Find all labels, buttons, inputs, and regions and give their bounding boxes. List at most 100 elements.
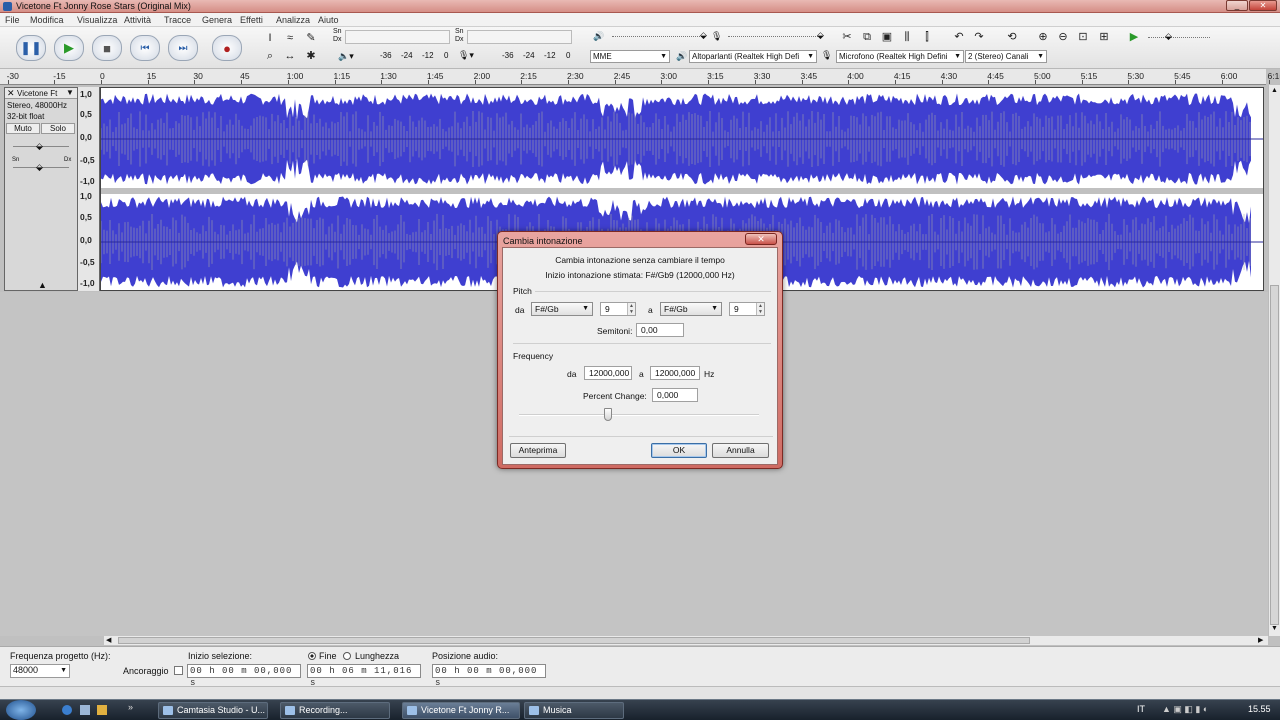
skip-end-button[interactable]: ⏭ bbox=[168, 35, 198, 61]
audio-position-field[interactable]: 00 h 00 m 00,000 s bbox=[432, 664, 546, 688]
draw-tool-icon[interactable]: ✎ bbox=[302, 30, 320, 46]
record-meter[interactable] bbox=[467, 30, 572, 44]
browser-icon[interactable] bbox=[62, 705, 72, 715]
language-indicator[interactable]: IT bbox=[1137, 704, 1145, 714]
scroll-right-icon[interactable]: ▶ bbox=[1258, 636, 1263, 644]
track-name[interactable]: Vicetone Ft bbox=[17, 89, 57, 98]
play-at-speed-icon[interactable]: ▶ bbox=[1125, 29, 1143, 45]
menu-modifica[interactable]: Modifica bbox=[30, 15, 64, 25]
percent-slider-track[interactable] bbox=[519, 414, 759, 416]
spinner-arrows-icon[interactable]: ▲ ▼ bbox=[627, 303, 635, 315]
length-radio[interactable] bbox=[343, 652, 351, 660]
copy-icon[interactable]: ⧉ bbox=[858, 29, 876, 45]
solo-button[interactable]: Solo bbox=[41, 123, 75, 134]
mute-button[interactable]: Muto bbox=[6, 123, 40, 134]
menu-tracce[interactable]: Tracce bbox=[164, 15, 191, 25]
close-window-button[interactable]: ✕ bbox=[1249, 0, 1277, 11]
menu-genera[interactable]: Genera bbox=[202, 15, 232, 25]
playback-device-select[interactable]: Altoparlanti (Realtek High Defi ▼ bbox=[689, 50, 817, 63]
undo-icon[interactable]: ↶ bbox=[950, 29, 968, 45]
tray-icons[interactable]: ▲ ▣ ◧ ▮ ◐ bbox=[1162, 704, 1208, 715]
input-volume-thumb-icon[interactable]: ⬙ bbox=[817, 30, 824, 41]
envelope-tool-icon[interactable]: ≈ bbox=[281, 30, 299, 46]
playback-meter[interactable] bbox=[345, 30, 450, 44]
semitones-field[interactable]: 0,00 bbox=[636, 323, 684, 337]
pitch-to-note-select[interactable]: F#/Gb ▼ bbox=[660, 302, 722, 316]
project-rate-select[interactable]: 48000 ▼ bbox=[10, 664, 70, 678]
play-speed-slider[interactable] bbox=[1148, 37, 1210, 38]
show-more-icon[interactable]: » bbox=[128, 702, 133, 712]
taskbar-recording[interactable]: Recording... bbox=[280, 702, 390, 719]
pan-thumb-icon[interactable]: ⬙ bbox=[36, 162, 43, 173]
menu-analizza[interactable]: Analizza bbox=[276, 15, 310, 25]
freq-from-field[interactable]: 12000,000 bbox=[584, 366, 632, 380]
play-button[interactable]: ▶ bbox=[54, 35, 84, 61]
redo-icon[interactable]: ↷ bbox=[970, 29, 988, 45]
selection-start-field[interactable]: 00 h 00 m 00,000 s bbox=[187, 664, 301, 688]
trim-icon[interactable]: ⫼ bbox=[898, 29, 916, 45]
menu-attivita[interactable]: Attività bbox=[124, 15, 151, 25]
taskbar-audacity[interactable]: Vicetone Ft Jonny R... bbox=[402, 702, 520, 719]
end-radio[interactable] bbox=[308, 652, 316, 660]
pitch-from-octave-spinner[interactable]: 9 ▲ ▼ bbox=[600, 302, 636, 316]
percent-change-field[interactable]: 0,000 bbox=[652, 388, 698, 402]
spinner-arrows-icon[interactable]: ▲ ▼ bbox=[756, 303, 764, 315]
recording-device-select[interactable]: Microfono (Realtek High Defini ▼ bbox=[836, 50, 964, 63]
scroll-left-icon[interactable]: ◀ bbox=[106, 636, 111, 644]
record-button[interactable]: ● bbox=[212, 35, 242, 61]
menu-visualizza[interactable]: Visualizza bbox=[77, 15, 117, 25]
input-volume-slider[interactable] bbox=[728, 36, 820, 37]
speaker-icon[interactable]: 🔈▾ bbox=[338, 51, 354, 62]
start-button[interactable] bbox=[6, 700, 36, 720]
channels-select[interactable]: 2 (Stereo) Canali ▼ bbox=[965, 50, 1047, 63]
preview-button[interactable]: Anteprima bbox=[510, 443, 566, 458]
vertical-scroll-thumb[interactable] bbox=[1270, 285, 1279, 625]
horizontal-scroll-thumb[interactable] bbox=[118, 637, 1030, 644]
pitch-from-note-select[interactable]: F#/Gb ▼ bbox=[531, 302, 593, 316]
silence-icon[interactable]: ⫿ bbox=[918, 29, 936, 45]
ok-button[interactable]: OK bbox=[651, 443, 707, 458]
selection-end-field[interactable]: 00 h 06 m 11,016 s bbox=[307, 664, 421, 688]
menu-effetti[interactable]: Effetti bbox=[240, 15, 263, 25]
explorer-icon[interactable] bbox=[80, 705, 90, 715]
track-menu-chevron-icon[interactable]: ▼ bbox=[66, 88, 74, 97]
volume-thumb-icon[interactable]: ⬙ bbox=[700, 30, 707, 41]
scroll-down-icon[interactable]: ▼ bbox=[1271, 625, 1278, 632]
horizontal-scrollbar[interactable]: ◀ ▶ bbox=[104, 636, 1268, 645]
taskbar-musica[interactable]: Musica bbox=[524, 702, 624, 719]
fit-selection-icon[interactable]: ⊡ bbox=[1074, 29, 1092, 45]
snap-checkbox[interactable] bbox=[174, 666, 183, 675]
menu-file[interactable]: File bbox=[5, 15, 20, 25]
host-select[interactable]: MME ▼ bbox=[590, 50, 670, 63]
collapse-track-icon[interactable]: ▲ bbox=[38, 280, 47, 290]
stop-button[interactable]: ■ bbox=[92, 35, 122, 61]
taskbar-camtasia[interactable]: Camtasia Studio - U... bbox=[158, 702, 268, 719]
zoom-tool-icon[interactable]: ⌕ bbox=[261, 48, 279, 64]
gain-thumb-icon[interactable]: ⬙ bbox=[36, 141, 43, 152]
zoom-out-icon[interactable]: ⊖ bbox=[1054, 29, 1072, 45]
minimize-button[interactable]: _ bbox=[1226, 0, 1248, 11]
track-control-panel[interactable]: ✕ Vicetone Ft ▼ Stereo, 48000Hz 32-bit f… bbox=[4, 87, 78, 291]
freq-to-field[interactable]: 12000,000 bbox=[650, 366, 700, 380]
pitch-to-octave-spinner[interactable]: 9 ▲ ▼ bbox=[729, 302, 765, 316]
sync-lock-icon[interactable]: ⟲ bbox=[1003, 29, 1021, 45]
mic-icon[interactable]: 🎙▾ bbox=[458, 50, 474, 61]
skip-start-button[interactable]: ⏮ bbox=[130, 35, 160, 61]
volume-slider[interactable] bbox=[612, 36, 704, 37]
vertical-scrollbar[interactable]: ▲ ▼ bbox=[1268, 85, 1280, 636]
multi-tool-icon[interactable]: ✱ bbox=[302, 48, 320, 64]
timeline-ruler[interactable]: -30 -15 0 15 30 45 1:00 1:15 1:30 1:45 2:00 2:15 2:3… bbox=[0, 69, 1280, 85]
dialog-close-button[interactable]: ✕ bbox=[745, 233, 777, 245]
folder-icon[interactable] bbox=[97, 705, 107, 715]
cut-icon[interactable]: ✂ bbox=[838, 29, 856, 45]
fit-project-icon[interactable]: ⊞ bbox=[1095, 29, 1113, 45]
play-speed-thumb-icon[interactable]: ⬙ bbox=[1165, 31, 1172, 42]
pause-button[interactable]: ❚❚ bbox=[16, 35, 46, 61]
paste-icon[interactable]: ▣ bbox=[878, 29, 896, 45]
menu-aiuto[interactable]: Aiuto bbox=[318, 15, 339, 25]
scroll-up-icon[interactable]: ▲ bbox=[1271, 87, 1278, 94]
selection-tool-icon[interactable]: I bbox=[261, 30, 279, 46]
zoom-in-icon[interactable]: ⊕ bbox=[1034, 29, 1052, 45]
timeshift-tool-icon[interactable]: ↔ bbox=[281, 48, 299, 64]
track-close-icon[interactable]: ✕ bbox=[7, 88, 15, 99]
